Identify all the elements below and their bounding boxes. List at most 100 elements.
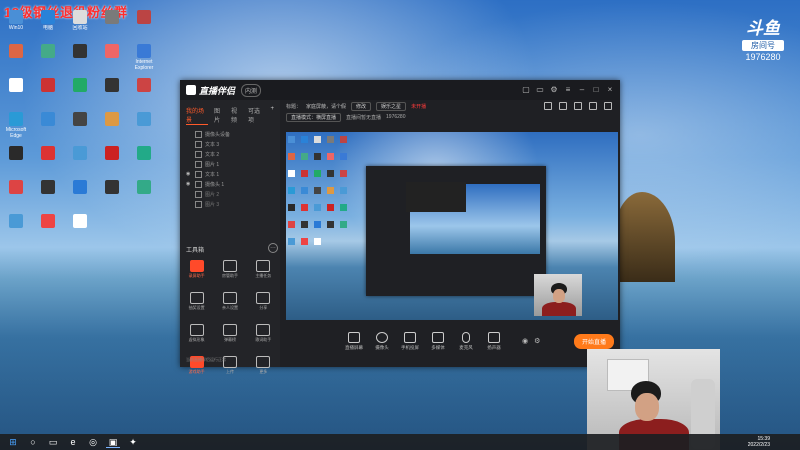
desktop-icon[interactable] [32, 180, 64, 214]
source-item[interactable]: 图片 2 [180, 189, 280, 199]
lock-icon[interactable] [544, 102, 552, 110]
desktop-icon[interactable] [64, 78, 96, 112]
category-select[interactable]: 娱乐之星 [376, 101, 407, 111]
desktop-icon[interactable] [64, 214, 96, 248]
desktop-icon[interactable] [0, 44, 32, 78]
source-item[interactable]: 文本 2 [180, 149, 280, 159]
desktop-icon[interactable] [96, 10, 128, 44]
search-icon[interactable]: ○ [26, 437, 40, 447]
toolbox-item[interactable]: 虚拟形象 [180, 322, 213, 350]
toolbox-item[interactable]: 弹幕榜 [213, 322, 246, 350]
desktop-icon[interactable] [32, 44, 64, 78]
settings-icon[interactable]: ⚙ [550, 86, 558, 94]
visibility-eye-icon[interactable]: ◉ [186, 181, 192, 187]
app-icon [137, 44, 151, 58]
desktop-icon[interactable] [128, 180, 160, 214]
toolbox-item[interactable]: 分享 [247, 290, 280, 318]
live-companion-taskbar-icon[interactable]: ▣ [106, 437, 120, 448]
speaker-button[interactable]: 扬声器 [480, 331, 508, 351]
toolbox-item[interactable]: 更多 [247, 354, 280, 382]
chrome-taskbar-icon[interactable]: ◎ [86, 437, 100, 447]
preview-nested-window [366, 166, 546, 296]
skin-icon[interactable]: ▢ [522, 86, 530, 94]
tool-icon [222, 260, 237, 272]
toolbox-item[interactable]: 房管助手 [213, 258, 246, 286]
eye-icon[interactable]: ◉ [522, 337, 528, 345]
desktop-icon[interactable] [0, 78, 32, 112]
toolbox-item[interactable]: 抽奖设置 [180, 290, 213, 318]
source-item[interactable]: ◉ 文本 1 [180, 169, 280, 179]
desktop-icon[interactable]: Microsoft Edge [0, 112, 32, 146]
tab-image[interactable]: 图片 [214, 106, 225, 125]
close-icon[interactable]: × [606, 86, 614, 94]
desktop-icon[interactable] [32, 214, 64, 248]
toolbox-item[interactable]: 录屏助手 [180, 258, 213, 286]
desktop-icon[interactable]: Win10 [0, 10, 32, 44]
microphone-button[interactable]: 麦克风 [452, 331, 480, 351]
desktop-icon[interactable] [64, 112, 96, 146]
maximize-icon[interactable]: □ [592, 86, 600, 94]
tab-video[interactable]: 视频 [231, 106, 242, 125]
edge-taskbar-icon[interactable]: e [66, 437, 80, 447]
system-clock[interactable]: 15:39 2022/2/23 [748, 436, 770, 448]
phone-cast-button[interactable]: 手机投屏 [396, 331, 424, 351]
desktop-icon[interactable] [128, 112, 160, 146]
source-item[interactable]: ◉ 摄像头 1 [180, 179, 280, 189]
desktop-icon-label [64, 229, 96, 241]
edit-title-button[interactable]: 修改 [351, 101, 372, 111]
go-live-button[interactable]: 开始直播 [573, 333, 614, 349]
desktop-icon[interactable] [32, 112, 64, 146]
message-icon[interactable]: ▭ [536, 86, 544, 94]
gear-icon[interactable]: ⚙ [534, 337, 540, 345]
desktop-icon[interactable] [64, 180, 96, 214]
toolbox-item[interactable]: 歌词助手 [247, 322, 280, 350]
desktop-icon[interactable]: 回收站 [64, 10, 96, 44]
desktop-icon[interactable] [128, 78, 160, 112]
desktop-icon[interactable] [64, 146, 96, 180]
desktop-icon[interactable]: 电脑 [32, 10, 64, 44]
desktop-icon[interactable] [32, 146, 64, 180]
desktop-icon[interactable] [0, 146, 32, 180]
bell-icon[interactable] [589, 102, 597, 110]
desktop-icon[interactable] [96, 146, 128, 180]
tab-options[interactable]: 可选项 [248, 106, 265, 125]
screen-capture-button[interactable]: 直播屏幕 [340, 331, 368, 351]
stream-preview[interactable] [286, 132, 618, 320]
source-item[interactable]: 摄像头设备 [180, 129, 280, 139]
camera-button[interactable]: 摄像头 [368, 331, 396, 351]
desktop-icon[interactable]: Internet Explorer [128, 44, 160, 78]
desktop-icon[interactable] [64, 44, 96, 78]
app-taskbar-icon[interactable]: ✦ [126, 437, 140, 447]
add-scene-icon[interactable]: + [270, 106, 274, 125]
minimize-icon[interactable]: – [578, 86, 586, 94]
share-icon[interactable] [604, 102, 612, 110]
toolbox-item[interactable]: 主播任务 [247, 258, 280, 286]
gift-icon[interactable] [559, 102, 567, 110]
desktop-icon[interactable] [128, 146, 160, 180]
menu-icon[interactable]: ≡ [564, 86, 572, 94]
desktop-icon[interactable] [0, 180, 32, 214]
desktop-icon[interactable] [0, 214, 32, 248]
toolbox-more-icon[interactable]: … [268, 243, 278, 253]
preview-icon [288, 221, 295, 228]
screen-icon[interactable] [574, 102, 582, 110]
source-item[interactable]: 图片 1 [180, 159, 280, 169]
stream-mode[interactable]: 直播模式：横屏直播 [286, 112, 342, 122]
visibility-eye-icon[interactable]: ◉ [186, 171, 192, 177]
desktop-icon[interactable] [96, 44, 128, 78]
source-item[interactable]: 文本 3 [180, 139, 280, 149]
toolbox-item[interactable]: 亲人设置 [213, 290, 246, 318]
app-icon [9, 112, 23, 126]
start-icon[interactable]: ⊞ [6, 437, 20, 447]
version-badge[interactable]: 内测 [241, 83, 262, 97]
desktop-icon[interactable] [96, 112, 128, 146]
desktop-icon[interactable] [32, 78, 64, 112]
desktop-icon[interactable] [96, 78, 128, 112]
tab-my-scene[interactable]: 我的场景 [186, 106, 208, 125]
preview-icon [327, 153, 334, 160]
desktop-icon[interactable] [96, 180, 128, 214]
desktop-icon[interactable] [128, 10, 160, 44]
task-view-icon[interactable]: ▭ [46, 437, 60, 447]
media-button[interactable]: 多媒体 [424, 331, 452, 351]
source-item[interactable]: 图片 3 [180, 199, 280, 209]
